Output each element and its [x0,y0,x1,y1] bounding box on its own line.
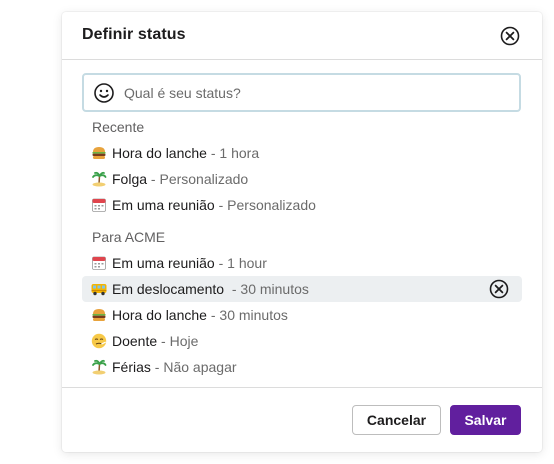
status-text: Em deslocamento - 30 minutos [112,281,309,297]
status-input[interactable] [124,81,504,105]
status-expiry: 30 minutos [240,281,309,297]
save-button[interactable]: Salvar [450,405,521,435]
calendar-icon [91,197,107,213]
recent-status-item[interactable]: Folga - Personalizado [82,166,522,192]
status-expiry: Personalizado [227,197,316,213]
status-separator: - [214,197,228,213]
preset-status-item[interactable]: Hora do lanche - 30 minutos [82,302,522,328]
dialog-title: Definir status [82,26,186,43]
status-separator: - [150,359,164,375]
preset-status-item[interactable]: Em uma reunião - 1 hour [82,250,522,276]
status-expiry: Personalizado [159,171,249,187]
status-name: Hora do lanche [112,145,207,161]
status-expiry: 1 hora [219,145,260,161]
preset-status-item[interactable]: Em deslocamento - 30 minutos [82,276,522,302]
recent-section-label: Recente [92,119,145,135]
status-text: Em uma reunião - 1 hour [112,255,267,271]
hamburger-icon [91,145,107,161]
smiley-icon[interactable] [93,82,115,104]
status-separator: - [147,171,160,187]
clear-status-icon[interactable] [488,278,510,300]
hamburger-icon [91,307,107,323]
status-separator: - [214,255,228,271]
status-expiry: 30 minutos [219,307,288,323]
recent-status-item[interactable]: Hora do lanche - 1 hora [82,140,522,166]
island-icon [91,171,107,187]
status-name: Em uma reunião [112,255,215,271]
status-name: Em deslocamento [112,281,225,297]
set-status-dialog: Definir status Recente [62,12,542,452]
status-separator: - [157,333,170,349]
sick-face-icon [91,333,107,349]
workspace-section-label: Para ACME [92,229,166,245]
status-name: Folga [112,171,148,187]
status-text: Folga - Personalizado [112,171,248,187]
status-text: Hora do lanche - 1 hora [112,145,259,161]
status-name: Doente [112,333,158,349]
recent-status-item[interactable]: Em uma reunião - Personalizado [82,192,522,218]
status-search-field [82,73,521,112]
preset-status-item[interactable]: Doente - Hoje [82,328,522,354]
status-text: Hora do lanche - 30 minutos [112,307,288,323]
status-separator: - [224,281,241,297]
status-name: Férias [112,359,151,375]
dialog-header: Definir status [62,12,542,60]
status-expiry: Hoje [169,333,199,349]
island-icon [91,359,107,375]
dialog-footer: Cancelar Salvar [62,387,542,453]
calendar-icon [91,255,107,271]
status-text: Doente - Hoje [112,333,198,349]
status-separator: - [206,307,220,323]
bus-icon [91,281,107,297]
status-expiry: 1 hour [227,255,267,271]
status-name: Em uma reunião [112,197,215,213]
status-text: Em uma reunião - Personalizado [112,197,316,213]
preset-status-item[interactable]: Férias - Não apagar [82,354,522,380]
status-separator: - [206,145,220,161]
status-text: Férias - Não apagar [112,359,237,375]
cancel-button[interactable]: Cancelar [352,405,441,435]
status-name: Hora do lanche [112,307,207,323]
close-icon[interactable] [499,25,521,47]
status-expiry: Não apagar [163,359,237,375]
